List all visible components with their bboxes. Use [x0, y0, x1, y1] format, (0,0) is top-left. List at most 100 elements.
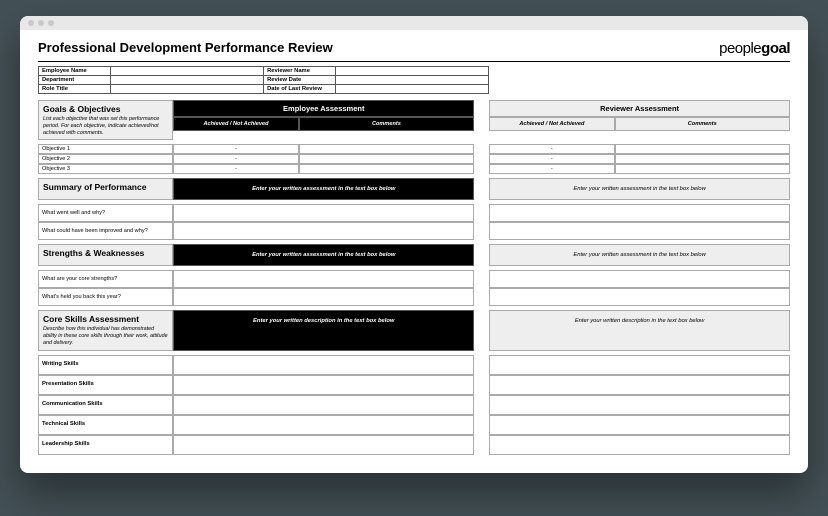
section-head: Goals & Objectives List each objective t…: [38, 100, 173, 140]
info-value: [111, 85, 264, 94]
skill-cell: [489, 375, 790, 395]
info-value: [111, 76, 264, 85]
employee-info-table: Employee Name Reviewer Name Department Rev…: [38, 66, 489, 94]
skill-cell: [489, 415, 790, 435]
objective-label: Objective 2: [38, 154, 173, 164]
skill-cell: [173, 355, 474, 375]
info-value: [111, 67, 264, 76]
skill-cell: [173, 395, 474, 415]
answer-cell: [173, 222, 474, 240]
answer-cell: [489, 270, 790, 288]
reviewer-prompt: Enter your written assessment in the tex…: [489, 244, 790, 266]
sw-q2-row: What's held you back this year?: [38, 288, 790, 306]
col-achieved: Achieved / Not Achieved: [173, 117, 298, 131]
objective-label: Objective 3: [38, 164, 173, 174]
skill-cell: [489, 395, 790, 415]
skill-label: Technical Skills: [38, 415, 173, 435]
employee-prompt: Enter your written assessment in the tex…: [173, 244, 474, 266]
summary-q1-row: What went well and why?: [38, 204, 790, 222]
section-head: Core Skills Assessment Describe how this…: [38, 310, 173, 350]
goals-rows: Objective 1--Objective 2--Objective 3--: [38, 144, 790, 174]
skill-cell: [173, 375, 474, 395]
section-goals-header: Goals & Objectives List each objective t…: [38, 100, 790, 140]
employee-prompt: Enter your written description in the te…: [173, 310, 474, 350]
logo-part1: people: [719, 40, 761, 57]
app-window: Professional Development Performance Rev…: [20, 16, 808, 473]
divider: [38, 61, 790, 62]
answer-cell: [489, 222, 790, 240]
skill-label: Presentation Skills: [38, 375, 173, 395]
answer-cell: [173, 204, 474, 222]
answer-cell: [173, 288, 474, 306]
section-sw-header: Strengths & Weaknesses Enter your writte…: [38, 244, 790, 266]
comments-cell: [615, 154, 790, 164]
info-label: Employee Name: [39, 67, 111, 76]
comments-cell: [299, 164, 474, 174]
info-value: [336, 85, 489, 94]
skill-row: Presentation Skills: [38, 375, 790, 395]
section-title: Summary of Performance: [43, 182, 168, 192]
objective-row: Objective 3--: [38, 164, 790, 174]
reviewer-prompt: Enter your written description in the te…: [489, 310, 790, 350]
skill-cell: [173, 435, 474, 455]
achieved-cell: -: [489, 154, 614, 164]
achieved-cell: -: [173, 164, 298, 174]
document: Professional Development Performance Rev…: [20, 30, 808, 473]
reviewer-assessment-header: Reviewer Assessment: [489, 100, 790, 117]
info-label: Reviewer Name: [264, 67, 336, 76]
section-summary-header: Summary of Performance Enter your writte…: [38, 178, 790, 200]
achieved-cell: -: [489, 144, 614, 154]
question: What went well and why?: [38, 204, 173, 222]
section-desc: Describe how this individual has demonst…: [43, 326, 168, 346]
skill-cell: [489, 435, 790, 455]
answer-cell: [489, 288, 790, 306]
page-title: Professional Development Performance Rev…: [38, 40, 333, 55]
skill-label: Communication Skills: [38, 395, 173, 415]
sw-q1-row: What are your core strengths?: [38, 270, 790, 288]
col-achieved: Achieved / Not Achieved: [489, 117, 614, 131]
employee-prompt: Enter your written assessment in the tex…: [173, 178, 474, 200]
skill-row: Leadership Skills: [38, 435, 790, 455]
section-core-header: Core Skills Assessment Describe how this…: [38, 310, 790, 350]
reviewer-prompt: Enter your written assessment in the tex…: [489, 178, 790, 200]
col-comments: Comments: [615, 117, 790, 131]
window-dot: [38, 20, 44, 26]
objective-row: Objective 1--: [38, 144, 790, 154]
skill-label: Leadership Skills: [38, 435, 173, 455]
skill-row: Technical Skills: [38, 415, 790, 435]
section-desc: List each objective that was set this pe…: [43, 116, 168, 136]
skill-cell: [173, 415, 474, 435]
skill-row: Communication Skills: [38, 395, 790, 415]
comments-cell: [615, 144, 790, 154]
info-label: Role Title: [39, 85, 111, 94]
info-label: Department: [39, 76, 111, 85]
info-label: Date of Last Review: [264, 85, 336, 94]
titlebar: [20, 16, 808, 30]
achieved-cell: -: [489, 164, 614, 174]
brand-logo: peoplegoal: [719, 40, 790, 57]
window-dot: [48, 20, 54, 26]
achieved-cell: -: [173, 154, 298, 164]
section-title: Goals & Objectives: [43, 104, 168, 114]
objective-row: Objective 2--: [38, 154, 790, 164]
objective-label: Objective 1: [38, 144, 173, 154]
achieved-cell: -: [173, 144, 298, 154]
skill-cell: [489, 355, 790, 375]
comments-cell: [615, 164, 790, 174]
info-value: [336, 67, 489, 76]
skills-rows: Writing SkillsPresentation SkillsCommuni…: [38, 355, 790, 455]
section-title: Core Skills Assessment: [43, 314, 168, 324]
info-label: Review Date: [264, 76, 336, 85]
answer-cell: [173, 270, 474, 288]
section-title: Strengths & Weaknesses: [43, 248, 168, 258]
question: What's held you back this year?: [38, 288, 173, 306]
logo-part2: goal: [761, 40, 790, 57]
skill-row: Writing Skills: [38, 355, 790, 375]
comments-cell: [299, 144, 474, 154]
answer-cell: [489, 204, 790, 222]
window-dot: [28, 20, 34, 26]
employee-assessment-header: Employee Assessment: [173, 100, 474, 117]
col-comments: Comments: [299, 117, 474, 131]
section-head: Strengths & Weaknesses: [38, 244, 173, 266]
info-value: [336, 76, 489, 85]
